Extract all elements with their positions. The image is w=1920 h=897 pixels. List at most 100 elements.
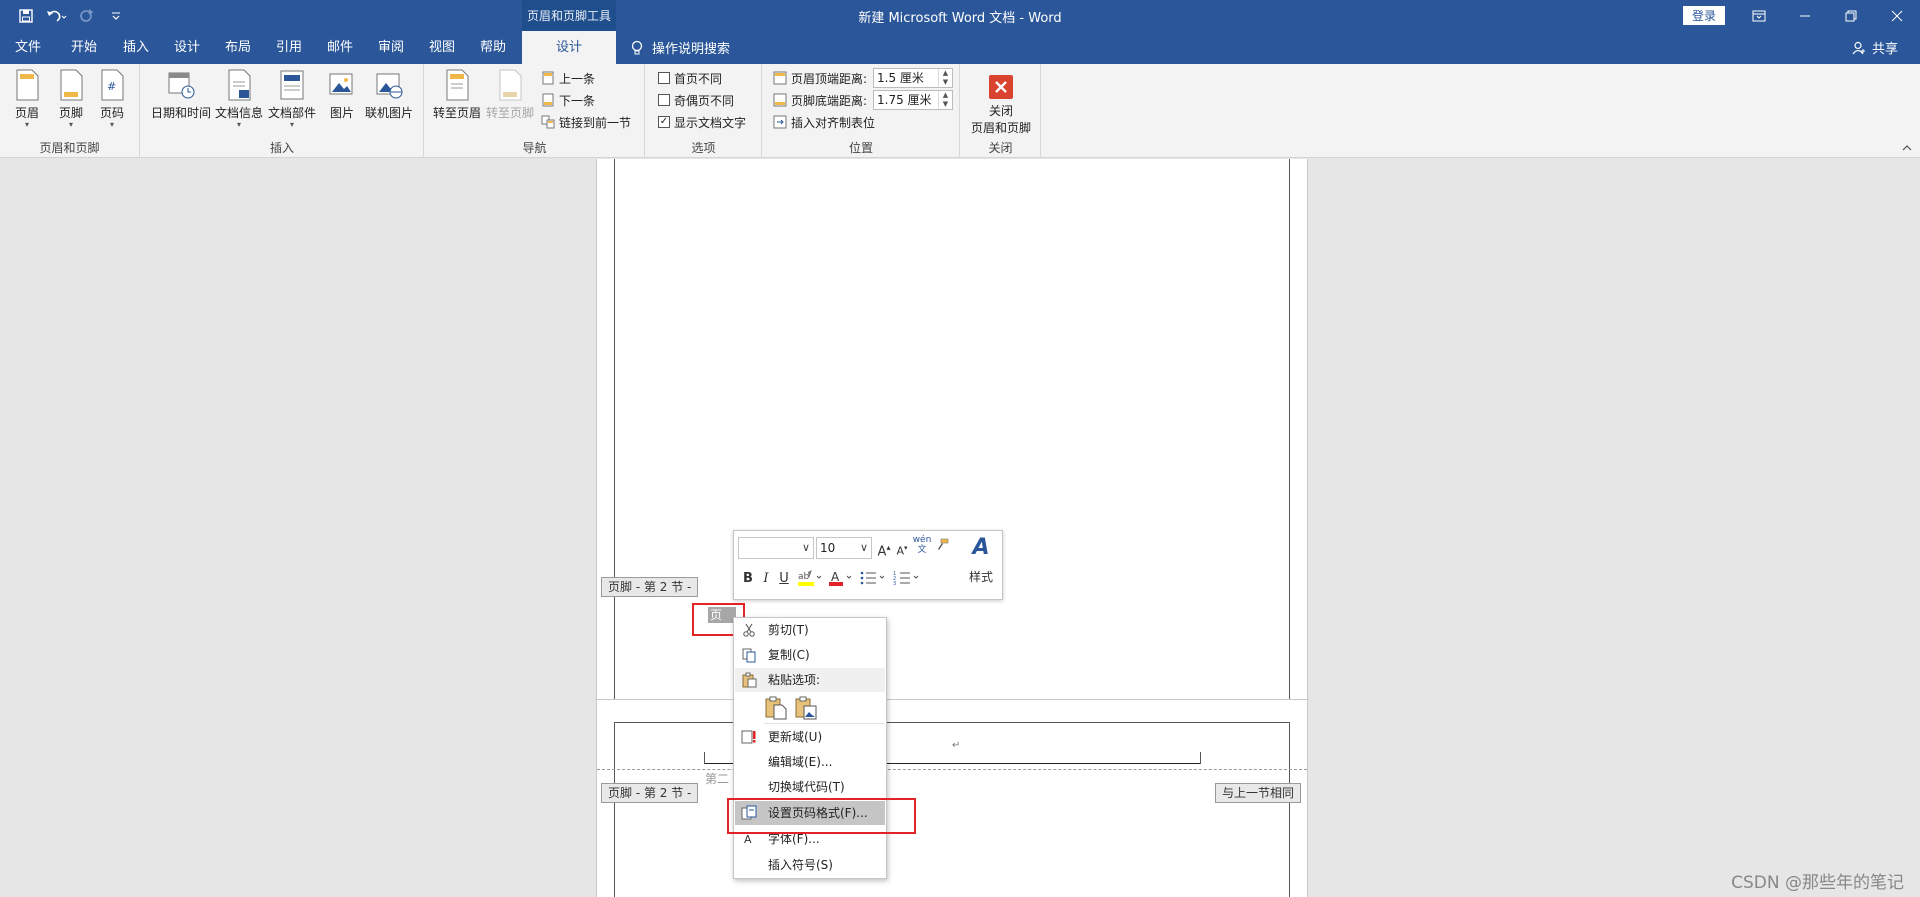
tab-insert[interactable]: 插入 (112, 31, 160, 64)
ribbon-display-options-button[interactable] (1736, 0, 1782, 31)
redo-button[interactable] (74, 5, 98, 27)
previous-icon (542, 71, 554, 85)
grow-font-button[interactable]: A▴ (875, 538, 893, 559)
footer-button[interactable]: 页脚 ▾ (56, 68, 86, 129)
checkmark-icon: ✓ (658, 116, 670, 128)
footer-icon (60, 69, 83, 101)
header-icon (16, 69, 39, 101)
tell-me-search[interactable]: 操作说明搜索 (630, 31, 730, 64)
document-info-button[interactable]: 文档信息 ▾ (215, 68, 263, 129)
italic-button[interactable]: I (758, 569, 774, 589)
ribbon-display-icon (1752, 10, 1766, 21)
tab-view[interactable]: 视图 (418, 31, 466, 64)
dropdown-arrow-icon: ▾ (68, 120, 73, 129)
document-area[interactable]: 页脚 - 第 2 节 - 页 ↵ 第二 页脚 - 第 2 节 - 与上一节相同 … (0, 159, 1920, 897)
save-button[interactable] (14, 5, 38, 27)
menu-item-label: 切换域代码(T) (768, 780, 845, 794)
paragraph-mark: ↵ (952, 740, 961, 751)
numbering-button[interactable]: 123 (892, 569, 922, 589)
bullets-button[interactable] (858, 569, 888, 589)
bold-button[interactable]: B (740, 569, 756, 589)
minimize-button[interactable] (1782, 0, 1828, 31)
paste-picture-icon[interactable] (794, 696, 818, 720)
menu-item-update-field[interactable]: 更新域(U) (735, 725, 885, 749)
menu-item-insert-symbol[interactable]: 插入符号(S) (735, 853, 885, 877)
font-color-icon: A (829, 570, 852, 586)
insert-alignment-tab-button[interactable]: 插入对齐制表位 (773, 112, 875, 132)
previous-button[interactable]: 上一条 (541, 68, 595, 88)
undo-button[interactable] (44, 5, 68, 27)
same-as-previous-tag: 与上一节相同 (1215, 783, 1302, 803)
show-document-text-checkbox[interactable]: ✓ 显示文档文字 (658, 112, 746, 132)
underline-button[interactable]: U (776, 569, 792, 589)
footer-bottom-spinner[interactable]: 1.75 厘米 ▲ ▼ (873, 90, 953, 110)
font-size-combo[interactable]: 10 ∨ (816, 537, 872, 559)
spinner-arrows-icon[interactable]: ▲ ▼ (938, 69, 952, 87)
tab-help[interactable]: 帮助 (469, 31, 517, 64)
next-icon (542, 93, 554, 107)
highlight-color-button[interactable]: ab (796, 569, 824, 589)
tab-references[interactable]: 引用 (265, 31, 313, 64)
different-first-page-checkbox[interactable]: 首页不同 (658, 68, 722, 88)
go-to-footer-button[interactable]: 转至页脚 (486, 68, 534, 121)
go-to-header-button[interactable]: 转至页眉 (433, 68, 481, 121)
share-button[interactable]: 共享 (1852, 31, 1898, 64)
page[interactable]: ↵ 第二 (596, 699, 1308, 897)
close-header-footer-button[interactable]: 关闭 页眉和页脚 (969, 68, 1033, 136)
font-name-combo[interactable]: ∨ (738, 537, 814, 559)
menu-item-label: 粘贴选项: (768, 673, 821, 687)
ribbon: 页眉 ▾ 页脚 ▾ # 页码 ▾ 页眉和页脚 日期和时间 文档信息 ▾ 文档部件… (0, 64, 1920, 158)
menu-item-cut[interactable]: 剪切(T) (735, 618, 885, 642)
different-odd-even-checkbox[interactable]: 奇偶页不同 (658, 90, 734, 110)
group-label: 导航 (522, 141, 547, 155)
format-painter-button[interactable] (933, 538, 951, 558)
date-time-label: 日期和时间 (151, 106, 212, 120)
tab-home[interactable]: 开始 (60, 31, 108, 64)
ribbon-tabs: 文件 开始 插入 设计 布局 引用 邮件 审阅 视图 帮助 设计 操作说明搜索 … (0, 31, 1920, 64)
header-button[interactable]: 页眉 ▾ (12, 68, 42, 129)
collapse-ribbon-button[interactable] (1902, 144, 1912, 155)
link-to-previous-button[interactable]: 链接到前一节 (541, 112, 631, 132)
page-number-button[interactable]: # 页码 ▾ (97, 68, 127, 129)
login-button[interactable]: 登录 (1683, 6, 1725, 25)
restore-icon (1845, 10, 1857, 21)
close-window-button[interactable] (1874, 0, 1920, 31)
quick-parts-label: 文档部件 (268, 106, 317, 120)
header-border-right (1200, 752, 1201, 764)
quick-parts-button[interactable]: 文档部件 ▾ (268, 68, 316, 129)
header-top-spinner[interactable]: 1.5 厘米 ▲ ▼ (873, 68, 953, 88)
next-label: 下一条 (559, 93, 596, 108)
header-top-label: 页眉顶端距离: (791, 71, 868, 86)
header-distance-icon (773, 71, 787, 85)
pictures-button[interactable]: 图片 (327, 68, 357, 121)
tab-file[interactable]: 文件 (0, 31, 56, 64)
tab-mailings[interactable]: 邮件 (316, 31, 364, 64)
tab-layout[interactable]: 布局 (214, 31, 262, 64)
online-pictures-button[interactable]: 联机图片 (365, 68, 413, 121)
phonetic-guide-button[interactable]: wén 文 (911, 535, 933, 555)
group-label: 选项 (691, 141, 716, 155)
svg-text:3: 3 (893, 581, 896, 587)
next-button[interactable]: 下一条 (541, 90, 595, 110)
menu-item-toggle-field-codes[interactable]: 切换域代码(T) (735, 775, 885, 799)
quick-parts-icon (280, 70, 304, 100)
styles-icon[interactable]: A (966, 533, 996, 563)
date-time-button[interactable]: 日期和时间 (151, 68, 211, 121)
restore-button[interactable] (1828, 0, 1874, 31)
shrink-font-button[interactable]: A▾ (893, 538, 911, 558)
font-color-button[interactable]: A (828, 569, 854, 589)
spinner-arrows-icon[interactable]: ▲ ▼ (938, 91, 952, 109)
document-title: 新建 Microsoft Word 文档 - Word (858, 11, 1062, 26)
customize-qat-button[interactable] (104, 5, 128, 27)
footer-text-fragment: 第二 (705, 772, 730, 786)
tab-header-footer-design[interactable]: 设计 (522, 31, 616, 64)
paste-keep-text-icon[interactable] (764, 696, 788, 720)
menu-item-copy[interactable]: 复制(C) (735, 643, 885, 667)
go-to-header-icon (446, 69, 469, 101)
tab-review[interactable]: 审阅 (367, 31, 415, 64)
group-label: 页眉和页脚 (39, 141, 100, 155)
menu-item-edit-field[interactable]: 编辑域(E)... (735, 750, 885, 774)
alignment-tab-icon (773, 115, 787, 129)
undo-icon (47, 10, 67, 22)
tab-design[interactable]: 设计 (163, 31, 211, 64)
